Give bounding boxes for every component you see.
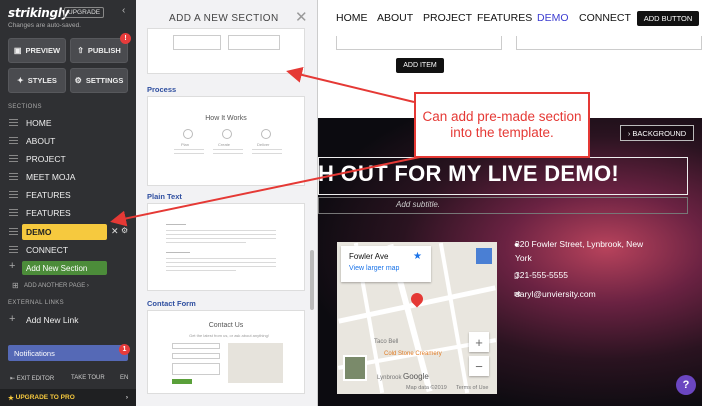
editor-root: strikingly UPGRADE ‹ Changes are auto-sa…: [0, 0, 702, 406]
arrow-to-panel: [286, 67, 415, 103]
annotation-arrows: [110, 67, 421, 227]
arrow-to-demo: [110, 156, 421, 227]
